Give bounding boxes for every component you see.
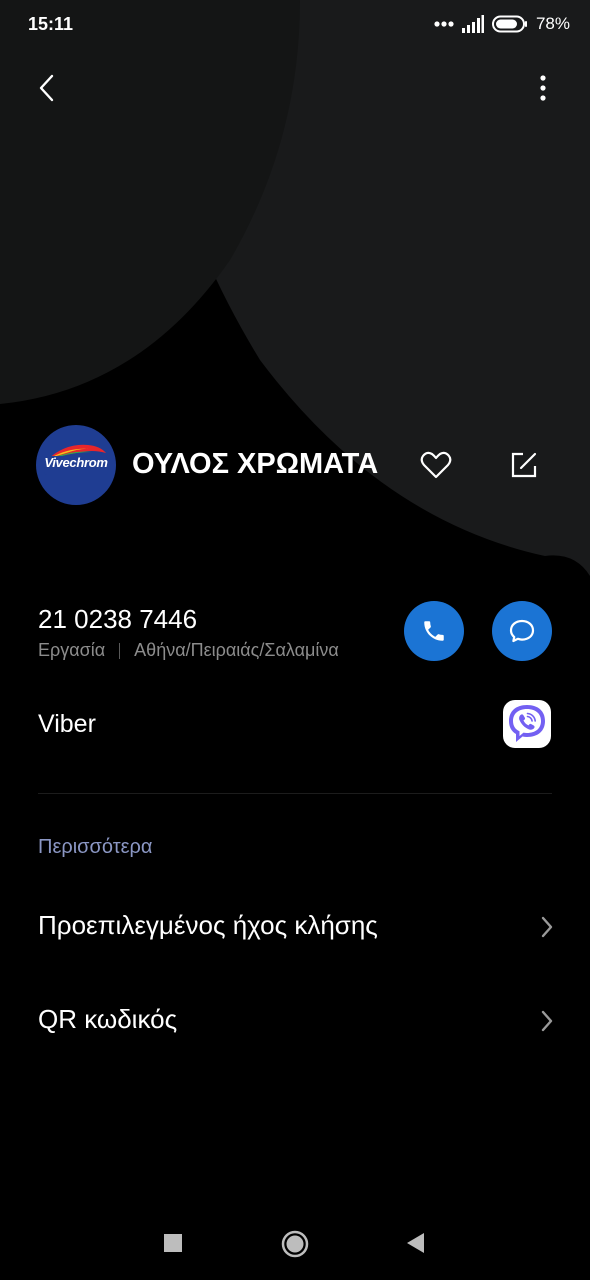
phone-icon — [424, 621, 444, 641]
section-header-more: Περισσότερα — [38, 836, 153, 858]
contact-name: ΟΥΛΟΣ ΧΡΩΜΑΤΑ — [132, 448, 379, 480]
navigation-bar — [0, 1205, 590, 1280]
circle-icon — [281, 1230, 309, 1258]
avatar: Vivechrom — [36, 425, 116, 505]
viber-button[interactable] — [503, 700, 551, 748]
status-bar: 15:11 78% — [0, 0, 590, 54]
avatar-text: Vivechrom — [44, 455, 108, 470]
chevron-left-icon — [39, 74, 54, 102]
back-button[interactable] — [23, 64, 71, 112]
phone-type-label: Εργασία — [38, 640, 106, 660]
signal-icon — [461, 15, 484, 33]
home-button[interactable] — [280, 1229, 310, 1259]
meta-divider — [119, 642, 121, 659]
list-item-ringtone[interactable]: Προεπιλεγμένος ήχος κλήσης — [0, 892, 590, 962]
chevron-right-icon — [541, 1010, 553, 1032]
status-time: 15:11 — [28, 14, 74, 34]
phone-location: Αθήνα/Πειραιάς/Σαλαμίνα — [134, 640, 339, 660]
contact-header: Vivechrom ΟΥΛΟΣ ΧΡΩΜΑΤΑ — [0, 424, 590, 506]
message-button[interactable] — [492, 601, 552, 661]
more-vert-icon — [540, 75, 546, 101]
list-item-label: Προεπιλεγμένος ήχος κλήσης — [38, 910, 378, 940]
edit-icon — [511, 452, 537, 478]
favorite-button[interactable] — [412, 441, 460, 489]
list-item-label: QR κωδικός — [38, 1004, 178, 1034]
section-divider — [38, 793, 552, 794]
viber-label: Viber — [38, 710, 96, 738]
list-item-qr-code[interactable]: QR κωδικός — [0, 986, 590, 1056]
more-options-button[interactable] — [519, 64, 567, 112]
dots-icon — [434, 21, 454, 27]
recents-button[interactable] — [160, 1230, 186, 1256]
viber-icon — [503, 700, 551, 748]
message-icon — [509, 619, 535, 643]
heart-icon — [420, 451, 452, 479]
call-button[interactable] — [404, 601, 464, 661]
battery-icon — [491, 15, 527, 33]
chevron-right-icon — [541, 916, 553, 938]
phone-number[interactable]: 21 0238 7446 — [38, 604, 197, 635]
square-icon — [164, 1234, 182, 1252]
status-icons: 78% — [434, 14, 570, 34]
edit-button[interactable] — [500, 441, 548, 489]
back-nav-button[interactable] — [402, 1230, 428, 1256]
phone-meta: Εργασία Αθήνα/Πειραιάς/Σαλαμίνα — [38, 640, 339, 661]
triangle-back-icon — [407, 1233, 424, 1253]
battery-percent: 78% — [535, 14, 570, 33]
